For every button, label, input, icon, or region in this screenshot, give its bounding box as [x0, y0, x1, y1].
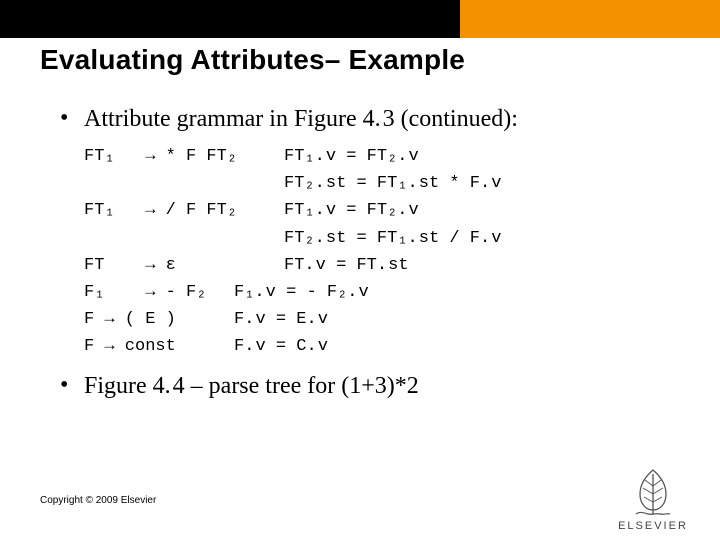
grammar-lhs: FT₁ → / F FT₂ [84, 197, 284, 224]
copyright-text: Copyright © 2009 Elsevier [40, 495, 156, 506]
grammar-rhs: F₁. v = - F₂. v [234, 279, 680, 306]
grammar-lhs: F → ( E ) [84, 306, 234, 333]
grammar-lhs: FT → ε [84, 252, 284, 279]
bullet-2: • Figure 4. 4 – parse tree for (1+3)*2 [60, 373, 680, 400]
elsevier-logo-text: ELSEVIER [608, 520, 698, 532]
bullet-1-text: Attribute grammar in Figure 4. 3 (contin… [84, 106, 680, 133]
grammar-lhs [84, 170, 284, 197]
tree-icon [626, 464, 680, 518]
grammar-lhs: FT₁ → * F FT₂ [84, 143, 284, 170]
grammar-rhs: FT₁. v = FT₂. v [284, 143, 680, 170]
grammar-rhs: FT. v = FT. st [284, 252, 680, 279]
grammar-row: F → ( E ) F. v = E. v [84, 306, 680, 333]
grammar-block: FT₁ → * F FT₂ FT₁. v = FT₂. v FT₂. st = … [84, 143, 680, 361]
grammar-rhs: F. v = C. v [234, 333, 680, 360]
grammar-rhs: F. v = E. v [234, 306, 680, 333]
slide: Evaluating Attributes– Example • Attribu… [0, 0, 720, 540]
grammar-lhs: F₁ → - F₂ [84, 279, 234, 306]
grammar-row: F → const F. v = C. v [84, 333, 680, 360]
grammar-row: FT₁ → / F FT₂ FT₁. v = FT₂. v [84, 197, 680, 224]
grammar-row: FT₂. st = FT₁. st / F. v [84, 225, 680, 252]
grammar-row: F₁ → - F₂ F₁. v = - F₂. v [84, 279, 680, 306]
grammar-rhs: FT₂. st = FT₁. st * F. v [284, 170, 680, 197]
grammar-rhs: FT₁. v = FT₂. v [284, 197, 680, 224]
page-title: Evaluating Attributes– Example [40, 44, 465, 76]
bullet-dot: • [60, 106, 84, 130]
content-area: • Attribute grammar in Figure 4. 3 (cont… [60, 100, 680, 410]
bullet-2-text: Figure 4. 4 – parse tree for (1+3)*2 [84, 373, 680, 400]
grammar-rhs: FT₂. st = FT₁. st / F. v [284, 225, 680, 252]
elsevier-logo: ELSEVIER [608, 464, 698, 532]
grammar-lhs: F → const [84, 333, 234, 360]
grammar-lhs [84, 225, 284, 252]
header-orange-block [460, 0, 720, 38]
bullet-1: • Attribute grammar in Figure 4. 3 (cont… [60, 106, 680, 133]
bullet-dot: • [60, 373, 84, 397]
grammar-row: FT → ε FT. v = FT. st [84, 252, 680, 279]
grammar-row: FT₂. st = FT₁. st * F. v [84, 170, 680, 197]
grammar-row: FT₁ → * F FT₂ FT₁. v = FT₂. v [84, 143, 680, 170]
